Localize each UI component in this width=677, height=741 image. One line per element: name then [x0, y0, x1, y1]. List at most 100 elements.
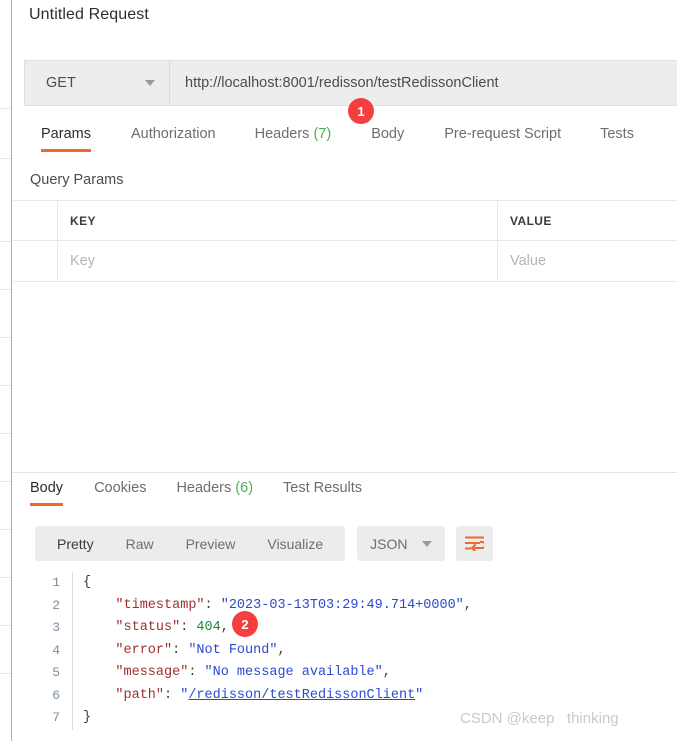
tab-response-body[interactable]: Body — [30, 480, 64, 506]
code-line: 1{ — [24, 572, 674, 595]
wrap-lines-button[interactable] — [455, 526, 493, 561]
tab-authorization[interactable]: Authorization — [131, 126, 216, 152]
tab-label: Authorization — [130, 126, 216, 142]
code-token-str: "Not Found" — [188, 642, 278, 658]
code-token-punc — [83, 640, 115, 663]
param-value-input[interactable]: Value — [498, 241, 677, 281]
row-checkbox-cell[interactable] — [13, 241, 58, 281]
rail-tick — [0, 673, 11, 674]
http-method-select[interactable]: GET — [25, 61, 170, 105]
view-mode-preview[interactable]: Preview — [170, 536, 252, 552]
code-line: 4 "error": "Not Found", — [24, 639, 674, 663]
code-token-key: "error" — [115, 642, 173, 658]
param-key-input[interactable]: Key — [58, 241, 498, 281]
code-text: "path": "/redisson/testRedissonClient " — [72, 684, 424, 708]
response-language-label: JSON — [370, 535, 408, 552]
wrap-lines-icon — [464, 536, 484, 551]
tab-pre-request-script[interactable]: Pre-request Script — [444, 126, 561, 152]
tab-label: Params — [41, 126, 91, 142]
code-token-str: " — [415, 687, 424, 703]
response-tabs: Body Cookies Headers (6) Test Results — [24, 480, 674, 506]
code-token-key: "status" — [115, 620, 181, 635]
page-title: Untitled Request — [29, 6, 149, 23]
tab-params[interactable]: Params — [41, 126, 91, 152]
chevron-down-icon — [421, 540, 432, 547]
tab-label: Body — [30, 480, 64, 496]
code-token-key: "timestamp" — [115, 597, 205, 613]
code-line: 5 "message": "No message available", — [24, 662, 674, 685]
rail-tick — [0, 385, 11, 386]
rail-divider-line — [11, 0, 12, 741]
line-number: 7 — [52, 710, 60, 725]
request-tabs: Params Authorization Headers (7) Body Pr… — [24, 126, 677, 158]
annotation-badge-1: 1 — [348, 98, 374, 124]
rail-tick — [0, 625, 11, 626]
tab-label: Body — [371, 126, 405, 142]
code-text: "timestamp": "2023-03-13T03:29:49.714+00… — [72, 594, 472, 617]
select-all-cell[interactable] — [13, 201, 58, 240]
code-token-punc: : — [204, 597, 221, 613]
tab-body[interactable]: Body — [371, 126, 404, 152]
code-token-num: 404 — [196, 620, 221, 635]
code-token-punc: : — [180, 620, 197, 635]
code-token-punc: , — [463, 597, 472, 613]
view-mode-raw[interactable]: Raw — [110, 536, 170, 552]
view-mode-visualize[interactable]: Visualize — [251, 536, 339, 552]
code-token-str: "2023-03-13T03:29:49.714+0000" — [220, 597, 464, 613]
tab-label: Headers — [254, 126, 310, 142]
rail-tick — [0, 337, 11, 338]
code-line: 2 "timestamp": "2023-03-13T03:29:49.714+… — [24, 594, 674, 617]
url-input[interactable]: http://localhost:8001/redisson/testRedis… — [170, 61, 677, 105]
tab-tests[interactable]: Tests — [600, 126, 634, 152]
http-method-label: GET — [46, 75, 76, 91]
rail-tick — [0, 108, 11, 109]
code-token-punc: : — [188, 665, 205, 680]
table-row: Key Value — [13, 241, 677, 282]
code-token-punc: } — [83, 710, 92, 725]
request-response-panel: Untitled Request GET http://localhost:80… — [13, 0, 677, 741]
code-token-punc: , — [382, 665, 391, 680]
code-text: "error": "Not Found", — [72, 639, 286, 663]
rail-tick — [0, 289, 11, 290]
code-token-str: " — [180, 687, 189, 703]
table-header-row: KEY VALUE — [13, 201, 677, 241]
left-collapsed-rail — [0, 0, 29, 741]
code-line: 6 "path": "/redisson/testRedissonClient " — [24, 684, 674, 708]
code-text: "message": "No message available", — [72, 662, 391, 685]
column-header-key: KEY — [58, 201, 498, 240]
query-params-title: Query Params — [30, 172, 124, 188]
tab-response-cookies[interactable]: Cookies — [94, 480, 146, 506]
rail-tick — [0, 433, 11, 434]
code-token-punc: : — [172, 642, 189, 658]
code-token-str: "No message available" — [204, 665, 383, 680]
tab-label: Test Results — [283, 480, 363, 496]
rail-tick — [0, 481, 11, 482]
view-mode-pretty[interactable]: Pretty — [41, 536, 110, 552]
line-number: 2 — [52, 597, 60, 613]
code-token-punc: , — [277, 642, 286, 658]
code-text: "status": 404, — [72, 617, 229, 640]
rail-tick — [0, 158, 11, 159]
code-token-link[interactable]: /redisson/testRedissonClient — [188, 685, 415, 708]
line-number: 5 — [52, 665, 60, 680]
code-token-punc — [83, 685, 115, 708]
query-params-table: KEY VALUE Key Value — [13, 200, 677, 282]
response-body-code[interactable]: 1{2 "timestamp": "2023-03-13T03:29:49.71… — [24, 572, 674, 730]
tab-test-results[interactable]: Test Results — [283, 480, 362, 506]
tab-headers[interactable]: Headers (7) — [255, 126, 332, 152]
rail-tick — [0, 577, 11, 578]
response-language-select[interactable]: JSON — [357, 526, 445, 561]
panel-split-divider[interactable] — [13, 472, 677, 473]
rail-tick — [0, 529, 11, 530]
code-line: 3 "status": 404, — [24, 617, 674, 640]
code-token-punc — [83, 662, 115, 685]
code-token-punc: : — [164, 687, 181, 703]
annotation-badge-2: 2 — [232, 611, 258, 637]
tab-response-headers[interactable]: Headers (6) — [176, 480, 253, 506]
tab-label: Tests — [600, 126, 634, 142]
response-toolbar: Pretty Raw Preview Visualize JSON — [35, 526, 493, 561]
code-text: { — [72, 572, 91, 595]
code-token-punc — [83, 617, 115, 640]
line-number: 4 — [52, 642, 60, 658]
line-number: 1 — [52, 575, 60, 590]
